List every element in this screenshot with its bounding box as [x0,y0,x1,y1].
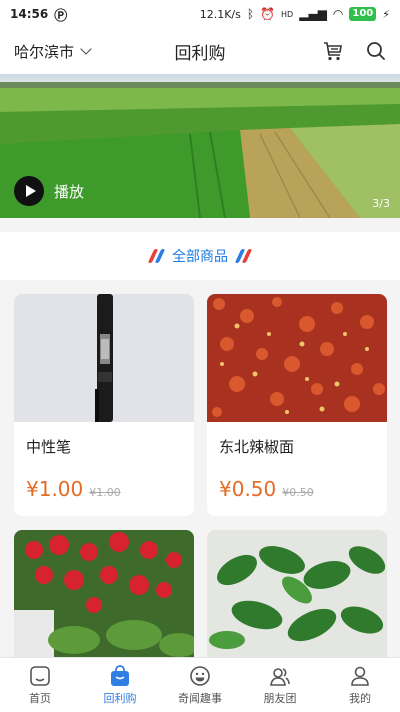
product-image [14,530,194,658]
play-icon[interactable] [14,176,44,206]
chevron-down-icon [80,43,92,55]
product-image [14,294,194,422]
top-header: 哈尔滨市 回利购 [0,28,400,74]
section-title: 全部商品 [172,249,228,265]
city-label: 哈尔滨市 [14,42,75,61]
app-screen: 14:56 Ⓟ 12.1K/s ᛒ ⏰ HD ▂▄▆ ◠ 100 ⚡ 哈尔滨市 … [0,0,400,712]
profile-icon [351,666,369,686]
video-banner[interactable]: 播放 3/3 [0,74,400,218]
status-time: 14:56 [10,7,49,21]
shopping-bag-icon [111,664,129,686]
product-card[interactable] [14,530,194,670]
network-speed: 12.1K/s [199,7,241,21]
battery-icon: 100 [349,7,377,21]
product-price: ¥0.50 [219,477,277,501]
charging-icon: ⚡ [382,7,390,21]
product-card[interactable]: 东北辣椒面 ¥0.50 ¥0.50 [207,294,387,516]
tab-home[interactable]: 首页 [0,658,80,712]
bluetooth-icon: ᛒ [246,7,255,21]
wifi-icon: ◠ [332,7,344,21]
product-image [207,294,387,422]
decor-slashes-icon [147,249,166,263]
bottom-tab-bar: 首页 回利购 奇闻趣事 朋友团 我的 [0,657,400,712]
tab-profile[interactable]: 我的 [320,658,400,712]
friends-icon [270,667,290,686]
tab-label: 奇闻趣事 [178,691,222,705]
tab-friends[interactable]: 朋友团 [240,658,320,712]
product-image [207,530,387,658]
smiley-icon [190,665,210,686]
status-bar: 14:56 Ⓟ 12.1K/s ᛒ ⏰ HD ▂▄▆ ◠ 100 ⚡ [0,0,400,28]
home-icon [30,665,50,686]
tab-label: 回利购 [103,691,137,705]
city-selector[interactable]: 哈尔滨市 [14,41,92,62]
tab-huiligou[interactable]: 回利购 [80,658,160,712]
product-price: ¥1.00 [26,477,84,501]
signal-label: HD [281,9,294,19]
product-name: 中性笔 [26,438,72,456]
app-notification-icon: Ⓟ [54,8,68,24]
section-header: 全部商品 [0,232,400,280]
tab-label: 首页 [29,691,51,705]
tab-stories[interactable]: 奇闻趣事 [160,658,240,712]
play-label: 播放 [54,182,85,201]
tab-label: 我的 [349,691,371,705]
product-name: 东北辣椒面 [219,438,295,456]
product-card[interactable] [207,530,387,670]
product-original-price: ¥0.50 [282,486,314,499]
product-original-price: ¥1.00 [89,486,121,499]
play-control[interactable]: 播放 [14,176,84,206]
signal-icon: ▂▄▆ [299,7,327,21]
decor-slashes-icon [234,249,253,263]
page-title: 回利购 [174,43,226,64]
search-icon[interactable] [366,41,386,61]
alarm-icon: ⏰ [260,7,276,21]
product-card[interactable]: 中性笔 ¥1.00 ¥1.00 [14,294,194,516]
banner-page-counter: 3/3 [372,197,390,210]
tab-label: 朋友团 [263,691,297,705]
cart-icon[interactable] [322,40,344,62]
